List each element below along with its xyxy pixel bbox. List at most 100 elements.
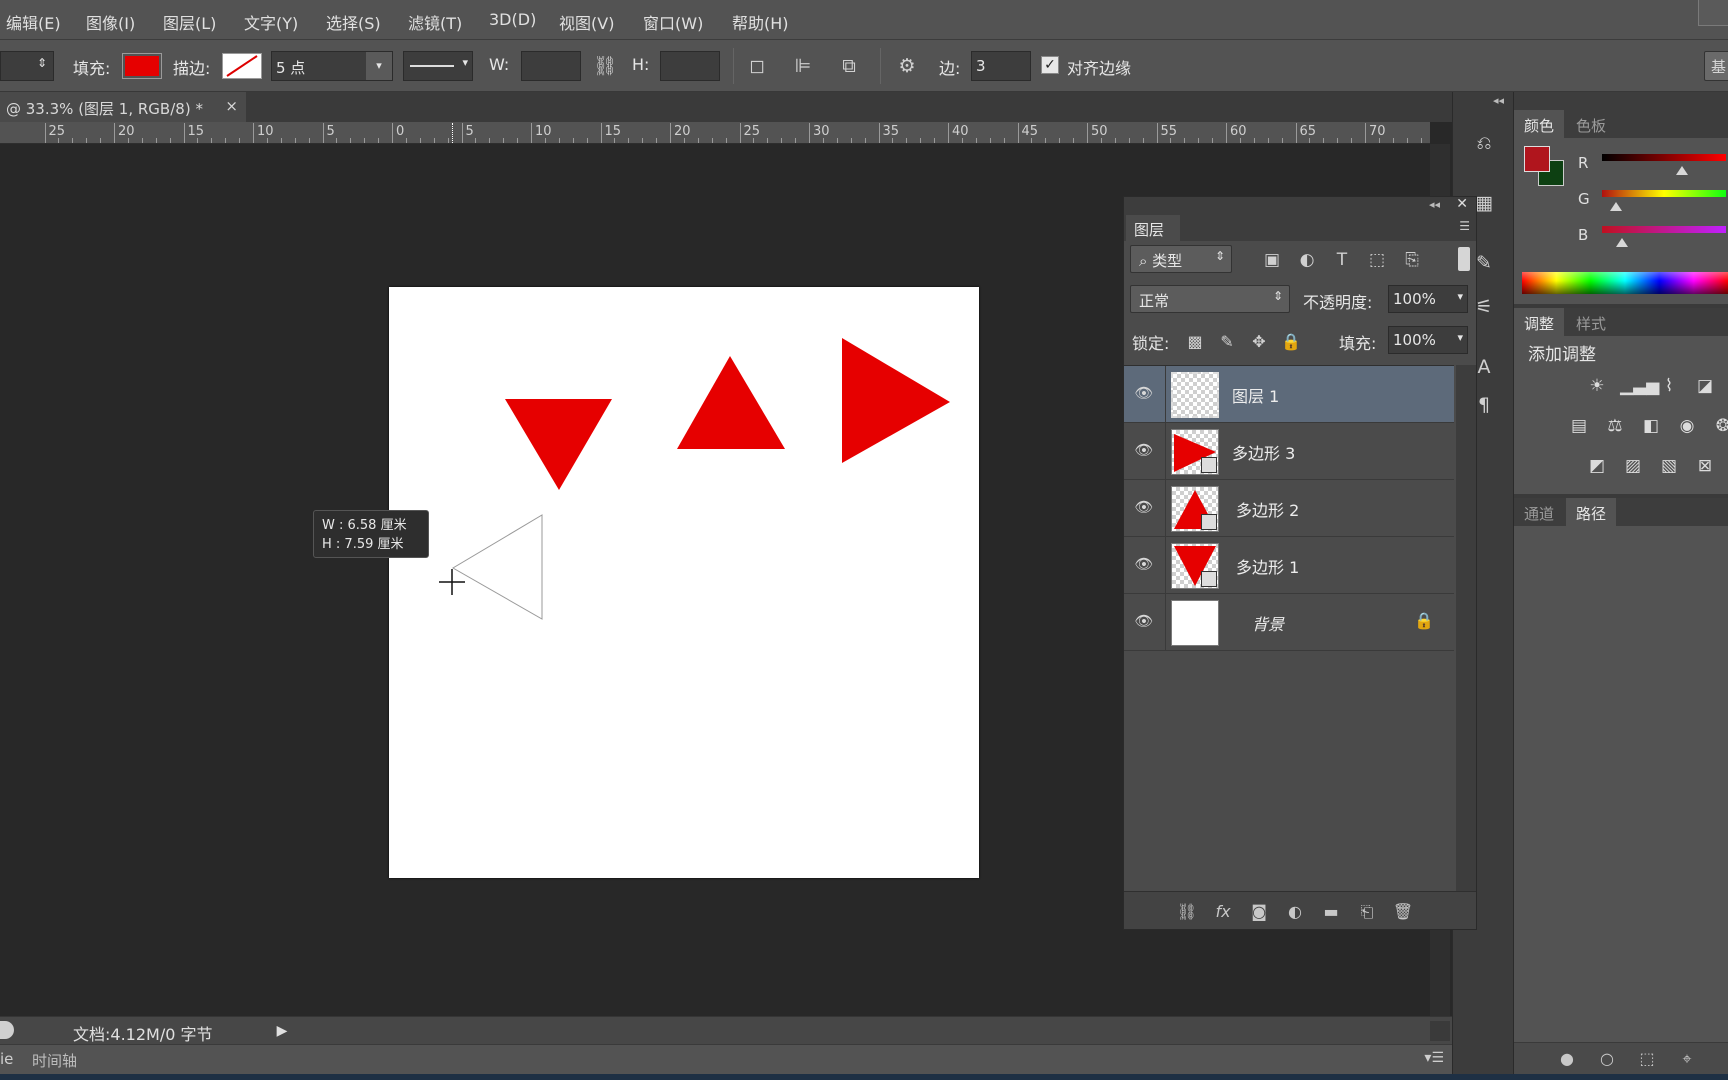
layer-row[interactable]: 👁 多边形 3 — [1124, 423, 1454, 480]
menu-filter[interactable]: 滤镜(T) — [408, 10, 462, 34]
path-alignment-icon[interactable]: ⊫ — [791, 54, 815, 78]
menu-edit[interactable]: 编辑(E) — [6, 10, 61, 34]
panel-menu-icon[interactable]: ☰ — [1459, 219, 1470, 233]
workspace-button[interactable]: 基 — [1704, 51, 1728, 81]
menu-layer[interactable]: 图层(L) — [163, 10, 216, 34]
black-white-icon[interactable]: ◧ — [1638, 414, 1664, 438]
layer-row[interactable]: 👁 背景 🔒 — [1124, 594, 1454, 651]
exposure-icon[interactable]: ◪ — [1692, 374, 1718, 398]
stroke-color-button[interactable] — [222, 53, 262, 79]
panel-menu-icon[interactable]: ▾☰ — [1424, 1050, 1444, 1066]
stroke-width-field[interactable]: 5 点 ▾ — [271, 51, 393, 81]
threshold-icon[interactable]: ▧ — [1656, 454, 1682, 478]
blend-mode-select[interactable]: 正常 ⇕ — [1130, 285, 1290, 313]
fx-icon[interactable]: fx — [1212, 901, 1234, 923]
shape-filter-icon[interactable]: ⬚ — [1366, 249, 1388, 271]
triangle-right-shape[interactable] — [842, 338, 950, 463]
opacity-field[interactable]: 100% ▾ — [1388, 285, 1468, 313]
lock-transparent-icon[interactable]: ▩ — [1184, 331, 1206, 353]
layer-name[interactable]: 图层 1 — [1232, 383, 1279, 407]
path-operations-icon[interactable]: ◻ — [745, 54, 769, 78]
filter-toggle[interactable] — [1458, 247, 1470, 271]
path-arrangement-icon[interactable]: ⧉ — [837, 54, 861, 78]
smartobject-filter-icon[interactable]: ⎘ — [1401, 249, 1423, 271]
make-path-icon[interactable]: ⌖ — [1676, 1048, 1698, 1070]
color-balance-icon[interactable]: ⚖ — [1602, 414, 1628, 438]
layers-scrollbar[interactable] — [1456, 365, 1476, 891]
close-icon[interactable]: ✕ — [1456, 196, 1468, 212]
levels-icon[interactable]: ▁▃▅ — [1620, 374, 1659, 398]
selective-color-icon[interactable]: ⊠ — [1692, 454, 1718, 478]
timeline-tab[interactable]: 时间轴 — [32, 1050, 77, 1071]
new-layer-icon[interactable]: ⎗ — [1356, 901, 1378, 923]
mini-bridge-tab[interactable]: ie — [0, 1050, 13, 1068]
foreground-color-swatch[interactable] — [1524, 146, 1550, 172]
height-field[interactable] — [660, 51, 720, 81]
zoom-indicator-icon[interactable] — [0, 1021, 14, 1039]
folder-icon[interactable]: ▬ — [1320, 901, 1342, 923]
eye-icon[interactable]: 👁 — [1134, 555, 1154, 575]
horizontal-ruler[interactable]: 25 20 15 10 5 0 5 10 15 20 25 30 35 40 45 50 55 60 65 70 — [0, 122, 1430, 144]
status-menu-arrow-icon[interactable]: ▶ — [272, 1020, 292, 1042]
layers-panel-titlebar[interactable]: ◂◂ ✕ — [1124, 196, 1476, 215]
curves-icon[interactable]: ⌇ — [1656, 374, 1682, 398]
b-slider[interactable] — [1602, 226, 1726, 233]
tab-styles[interactable]: 样式 — [1566, 308, 1616, 336]
eye-icon[interactable]: 👁 — [1134, 441, 1154, 461]
r-slider[interactable] — [1602, 154, 1726, 161]
load-selection-icon[interactable]: ⬚ — [1636, 1048, 1658, 1070]
eye-icon[interactable]: 👁 — [1134, 612, 1154, 632]
triangle-up-shape[interactable] — [677, 356, 785, 449]
collapse-icon[interactable]: ◂◂ — [1493, 94, 1504, 107]
tab-paths[interactable]: 路径 — [1566, 498, 1617, 526]
document-canvas[interactable] — [389, 287, 979, 878]
tab-color[interactable]: 颜色 — [1514, 110, 1565, 138]
fill-path-icon[interactable]: ● — [1556, 1048, 1578, 1070]
layer-row[interactable]: 👁 多边形 1 — [1124, 537, 1454, 594]
menu-view[interactable]: 视图(V) — [559, 10, 614, 34]
layer-filter-select[interactable]: ⌕ 类型 ⇕ — [1130, 245, 1232, 273]
lock-all-icon[interactable]: 🔒 — [1280, 331, 1302, 353]
eye-icon[interactable]: 👁 — [1134, 498, 1154, 518]
layer-name[interactable]: 多边形 1 — [1236, 554, 1299, 578]
align-edges-checkbox[interactable]: ✓ — [1041, 56, 1059, 74]
menu-image[interactable]: 图像(I) — [86, 10, 135, 34]
adjustment-filter-icon[interactable]: ◐ — [1296, 249, 1318, 271]
menu-select[interactable]: 选择(S) — [326, 10, 381, 34]
tool-mode-select[interactable]: ⇕ — [0, 51, 54, 81]
gear-icon[interactable]: ⚙ — [895, 54, 919, 78]
invert-icon[interactable]: ◩ — [1584, 454, 1610, 478]
fill-color-button[interactable] — [122, 53, 162, 79]
lock-pixels-icon[interactable]: ✎ — [1216, 331, 1238, 353]
layer-name[interactable]: 多边形 2 — [1236, 497, 1299, 521]
pixel-filter-icon[interactable]: ▣ — [1261, 249, 1283, 271]
link-layers-icon[interactable]: ⛓ — [1176, 901, 1198, 923]
menu-3d[interactable]: 3D(D) — [489, 10, 536, 29]
fill-field[interactable]: 100% ▾ — [1388, 326, 1468, 354]
stroke-path-icon[interactable]: ○ — [1596, 1048, 1618, 1070]
sides-field[interactable]: 3 — [971, 51, 1031, 81]
photo-filter-icon[interactable]: ◉ — [1674, 414, 1700, 438]
layer-name[interactable]: 多边形 3 — [1232, 440, 1295, 464]
tab-layers[interactable]: 图层 — [1126, 215, 1180, 241]
menu-window[interactable]: 窗口(W) — [643, 10, 703, 34]
vibrance-icon[interactable]: ▤ — [1566, 414, 1592, 438]
menu-type[interactable]: 文字(Y) — [244, 10, 298, 34]
layer-row[interactable]: 👁 图层 1 — [1124, 366, 1454, 423]
document-tab[interactable]: @ 33.3% (图层 1, RGB/8) * × — [0, 92, 246, 122]
trash-icon[interactable]: 🗑 — [1392, 901, 1414, 923]
tab-swatches[interactable]: 色板 — [1566, 110, 1616, 138]
menu-help[interactable]: 帮助(H) — [732, 10, 789, 34]
collapse-icon[interactable]: ◂◂ — [1429, 198, 1440, 211]
layer-mask-icon[interactable]: ◙ — [1248, 901, 1270, 923]
tab-channels[interactable]: 通道 — [1514, 498, 1564, 526]
type-filter-icon[interactable]: T — [1331, 249, 1353, 271]
g-slider[interactable] — [1602, 190, 1726, 197]
b-slider-thumb[interactable] — [1616, 238, 1628, 247]
brightness-icon[interactable]: ☀ — [1584, 374, 1610, 398]
layer-row[interactable]: 👁 多边形 2 — [1124, 480, 1454, 537]
g-slider-thumb[interactable] — [1610, 202, 1622, 211]
link-icon[interactable]: ⛓ — [593, 54, 617, 78]
layer-name[interactable]: 背景 — [1252, 611, 1284, 635]
stroke-type-select[interactable]: ▾ — [403, 51, 473, 81]
